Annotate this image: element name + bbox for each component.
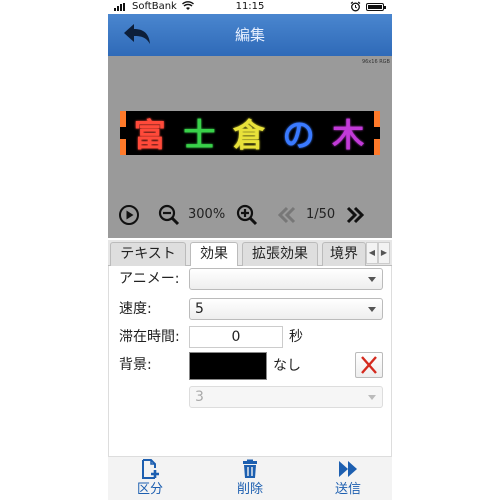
battery-icon (366, 3, 386, 11)
dwell-time-unit: 秒 (289, 329, 303, 345)
tab-text[interactable]: テキスト (110, 242, 186, 266)
page-title: 編集 (234, 26, 265, 44)
send-button[interactable]: 送信 (308, 457, 388, 500)
prev-page-icon[interactable] (276, 204, 298, 226)
status-bar: SoftBank 11:15 (108, 0, 392, 14)
tab-scroll-left-icon[interactable]: ◀ (366, 242, 378, 264)
phone-screen: SoftBank 11:15 編集 96x16 RGB 富士倉の木 300% 1… (108, 0, 392, 500)
led-char: 倉 (232, 116, 267, 154)
tab-extended-effect[interactable]: 拡張効果 (242, 242, 318, 266)
tab-effect[interactable]: 効果 (190, 242, 238, 267)
chevron-down-icon (368, 277, 376, 282)
play-icon[interactable] (118, 204, 140, 226)
led-text: 富士倉の木 (126, 111, 374, 155)
clear-background-button[interactable] (355, 352, 383, 378)
animation-label: アニメー: (119, 271, 180, 287)
segment-button[interactable]: 区分 (110, 457, 190, 500)
send-label: 送信 (334, 482, 361, 497)
background-label: 背景: (119, 357, 152, 373)
page-indicator: 1/50 (306, 207, 336, 222)
close-icon (361, 356, 377, 374)
tab-border[interactable]: 境界 (322, 242, 366, 266)
led-preview-area: 96x16 RGB 富士倉の木 300% 1/50 (108, 56, 392, 238)
chevron-down-icon (368, 307, 376, 312)
delete-button[interactable]: 削除 (210, 457, 290, 500)
speed-select[interactable]: 5 (189, 298, 383, 320)
effect-form: アニメー: 速度: 5 滞在時間: 0 秒 背景: なし 3 (108, 266, 392, 456)
led-char: 木 (332, 116, 367, 154)
preview-controls: 300% 1/50 (108, 200, 392, 230)
bottom-toolbar: 区分 削除 送信 (108, 456, 392, 500)
background-color-swatch[interactable] (189, 352, 267, 380)
led-char: 富 (133, 116, 168, 154)
background-none-label: なし (273, 358, 301, 374)
chevron-down-icon (368, 395, 376, 400)
next-page-icon[interactable] (344, 204, 366, 226)
alarm-icon (350, 1, 361, 15)
zoom-out-icon[interactable] (158, 204, 180, 226)
zoom-in-icon[interactable] (236, 204, 258, 226)
send-icon (338, 459, 358, 479)
disabled-select-value: 3 (195, 389, 204, 405)
zoom-level: 300% (188, 207, 226, 222)
segment-label: 区分 (136, 482, 163, 497)
app-header: 編集 (108, 14, 392, 56)
led-display[interactable]: 富士倉の木 (120, 111, 380, 155)
animation-select[interactable] (189, 268, 383, 290)
speed-label: 速度: (119, 301, 152, 317)
trash-icon (240, 459, 260, 479)
led-char: の (282, 116, 317, 154)
effect-tabs: テキスト 効果 拡張効果 境界 ◀ ▶ (108, 240, 392, 267)
speed-value: 5 (195, 301, 204, 317)
delete-label: 削除 (236, 482, 263, 497)
disabled-select: 3 (189, 386, 383, 408)
led-char: 士 (183, 116, 218, 154)
resolution-label: 96x16 RGB (361, 59, 390, 65)
dwell-time-label: 滞在時間: (119, 329, 180, 345)
tab-scroll-right-icon[interactable]: ▶ (378, 242, 390, 264)
dwell-time-input[interactable]: 0 (189, 326, 283, 348)
add-file-icon (140, 459, 160, 479)
